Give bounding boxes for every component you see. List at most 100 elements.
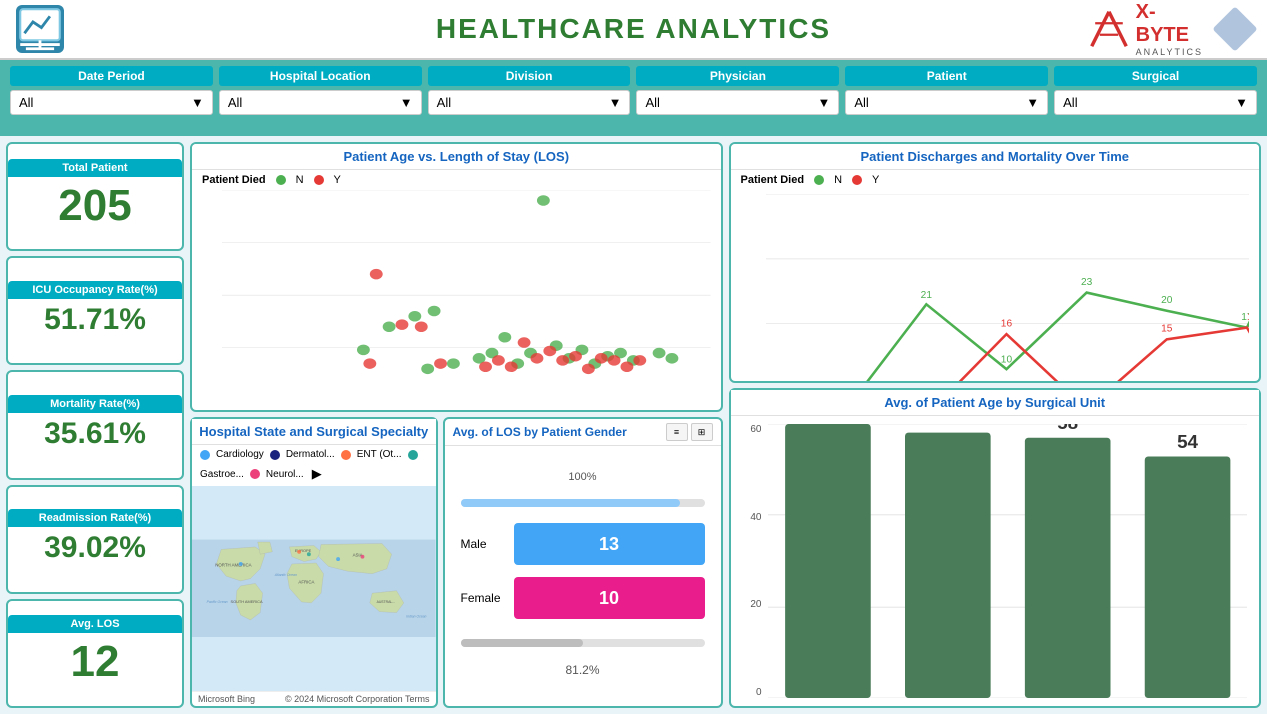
svg-text:Pacific Ocean: Pacific Ocean (207, 600, 228, 604)
svg-text:10: 10 (1000, 355, 1012, 366)
svg-text:20: 20 (1161, 295, 1173, 306)
age-bars-svg: 61 59 58 54 Unit B Unit N (768, 424, 1248, 698)
svg-text:NORTH AMERICA: NORTH AMERICA (215, 563, 251, 568)
scatter-legend: Patient Died N Y (192, 170, 721, 190)
filter-division-select[interactable]: All ▼ (428, 90, 631, 115)
legend-more-icon[interactable]: ▶ (312, 466, 322, 482)
svg-text:AFRICA: AFRICA (298, 580, 314, 585)
legend-n-dot (276, 175, 286, 185)
female-label: Female (461, 591, 506, 605)
stat-readmission-value: 39.02% (40, 527, 150, 569)
filter-physician-select[interactable]: All ▼ (636, 90, 839, 115)
brand-subtitle: ANALYTICS (1136, 47, 1203, 57)
filters-bar: Date Period All ▼ Hospital Location All … (0, 60, 1267, 136)
page-title: HEALTHCARE ANALYTICS (436, 13, 831, 45)
svg-text:58: 58 (1057, 424, 1078, 433)
stat-avg-los-value: 12 (67, 633, 124, 691)
filter-date-period: Date Period All ▼ (10, 66, 213, 130)
svg-text:23: 23 (1080, 277, 1092, 288)
gender-los-card: Avg. of LOS by Patient Gender ≡ ⊞ 100% M… (443, 417, 723, 708)
discharge-svg: 40 30 20 10 0 0 5 10 15 20 25 30 35 (766, 194, 1250, 383)
scatter-chart-card: Patient Age vs. Length of Stay (LOS) Pat… (190, 142, 723, 412)
stat-mortality-value: 35.61% (40, 413, 150, 455)
filter-physician: Physician All ▼ (636, 66, 839, 130)
hospital-state-title: Hospital State and Surgical Specialty (192, 419, 436, 445)
legend-ent-dot (341, 450, 351, 460)
legend-gastro: Gastroe... (200, 469, 244, 480)
age-chart-inner: 60 40 20 0 (743, 424, 1248, 698)
filter-division-label: Division (428, 66, 631, 86)
map-copyright: © 2024 Microsoft Corporation Terms (285, 694, 430, 704)
svg-text:17: 17 (1246, 312, 1249, 323)
stat-mortality-label: Mortality Rate(%) (8, 395, 182, 413)
gender-female-row: Female 10 (461, 577, 705, 619)
legend-y-dot (314, 175, 324, 185)
gender-scrollbar (461, 639, 705, 647)
gender-male-row: Male 13 (461, 523, 705, 565)
gender-percent: 81.2% (461, 659, 705, 681)
map-legend: Cardiology Dermatol... ENT (Ot... Gastro… (192, 445, 436, 486)
header: HEALTHCARE ANALYTICS X-BYTE ANALYTICS (0, 0, 1267, 60)
legend-n: N (296, 174, 304, 186)
gender-chart-title: Avg. of LOS by Patient Gender (453, 425, 627, 439)
filter-hospital-select[interactable]: All ▼ (219, 90, 422, 115)
discharge-y-dot (852, 175, 862, 185)
stat-avg-los-label: Avg. LOS (8, 615, 182, 633)
main-content: Total Patient 205 ICU Occupancy Rate(%) … (0, 136, 1267, 714)
legend-ent: ENT (Ot... (357, 449, 402, 460)
filter-surgical-select[interactable]: All ▼ (1054, 90, 1257, 115)
svg-text:Indian Ocean: Indian Ocean (406, 615, 426, 619)
map-display: NORTH AMERICA EUROPE ASIA AFRICA SOUTH A… (192, 486, 436, 691)
svg-text:15: 15 (1161, 323, 1173, 334)
chevron-down-icon: ▼ (609, 95, 622, 110)
age-chart-area: 60 40 20 0 (731, 416, 1260, 706)
svg-text:21: 21 (920, 290, 932, 301)
filter-surgical-label: Surgical (1054, 66, 1257, 86)
age-unit-card: Avg. of Patient Age by Surgical Unit 60 … (729, 388, 1262, 708)
discharge-chart-area: 40 30 20 10 0 0 5 10 15 20 25 30 35 (731, 190, 1260, 383)
svg-text:Atlantic Ocean: Atlantic Ocean (274, 574, 297, 578)
svg-text:54: 54 (1177, 431, 1198, 452)
scatter-svg: 80 60 40 20 0 0 20 40 60 80 (222, 190, 711, 400)
filter-patient-select[interactable]: All ▼ (845, 90, 1048, 115)
filter-date-label: Date Period (10, 66, 213, 86)
toolbar-menu-icon[interactable]: ≡ (666, 423, 688, 441)
filter-patient-label: Patient (845, 66, 1048, 86)
stat-total-patient: Total Patient 205 (6, 142, 184, 251)
y-axis-labels: 60 40 20 0 (743, 424, 768, 698)
app-icon (16, 5, 64, 53)
world-map-svg: NORTH AMERICA EUROPE ASIA AFRICA SOUTH A… (192, 486, 436, 691)
gender-title-row: Avg. of LOS by Patient Gender ≡ ⊞ (445, 419, 721, 446)
discharge-title: Patient Discharges and Mortality Over Ti… (731, 144, 1260, 170)
gender-pct-top: 100% (461, 471, 705, 483)
legend-dermatol: Dermatol... (286, 449, 335, 460)
stat-total-label: Total Patient (8, 159, 182, 177)
svg-text:AUSTRAL...: AUSTRAL... (377, 600, 396, 604)
filter-date-select[interactable]: All ▼ (10, 90, 213, 115)
stat-icu: ICU Occupancy Rate(%) 51.71% (6, 256, 184, 365)
discharge-legend: Patient Died N Y (731, 170, 1260, 190)
discharge-y: Y (872, 174, 879, 186)
legend-gastro-dot (408, 450, 418, 460)
legend-dermatol-dot (270, 450, 280, 460)
stat-icu-label: ICU Occupancy Rate(%) (8, 281, 182, 299)
legend-cardiology-dot (200, 450, 210, 460)
chevron-down-icon: ▼ (191, 95, 204, 110)
map-footer: Microsoft Bing © 2024 Microsoft Corporat… (192, 691, 436, 706)
scatter-title: Patient Age vs. Length of Stay (LOS) (192, 144, 721, 170)
gender-toolbar: ≡ ⊞ (666, 423, 713, 441)
gender-bar-area: 100% Male 13 Female 10 (445, 446, 721, 706)
header-logo (16, 5, 64, 53)
legend-neurol: Neurol... (266, 469, 304, 480)
stat-icu-value: 51.71% (40, 299, 150, 341)
chevron-down-icon: ▼ (400, 95, 413, 110)
bottom-row: Hospital State and Surgical Specialty Ca… (190, 417, 723, 708)
legend-y: Y (334, 174, 341, 186)
stat-total-value: 205 (54, 177, 135, 235)
chevron-down-icon: ▼ (1026, 95, 1039, 110)
diamond-icon (1212, 6, 1257, 51)
toolbar-expand-icon[interactable]: ⊞ (691, 423, 713, 441)
filter-division: Division All ▼ (428, 66, 631, 130)
brand-name: X-BYTE (1136, 1, 1203, 47)
center-column: Patient Age vs. Length of Stay (LOS) Pat… (190, 142, 723, 708)
